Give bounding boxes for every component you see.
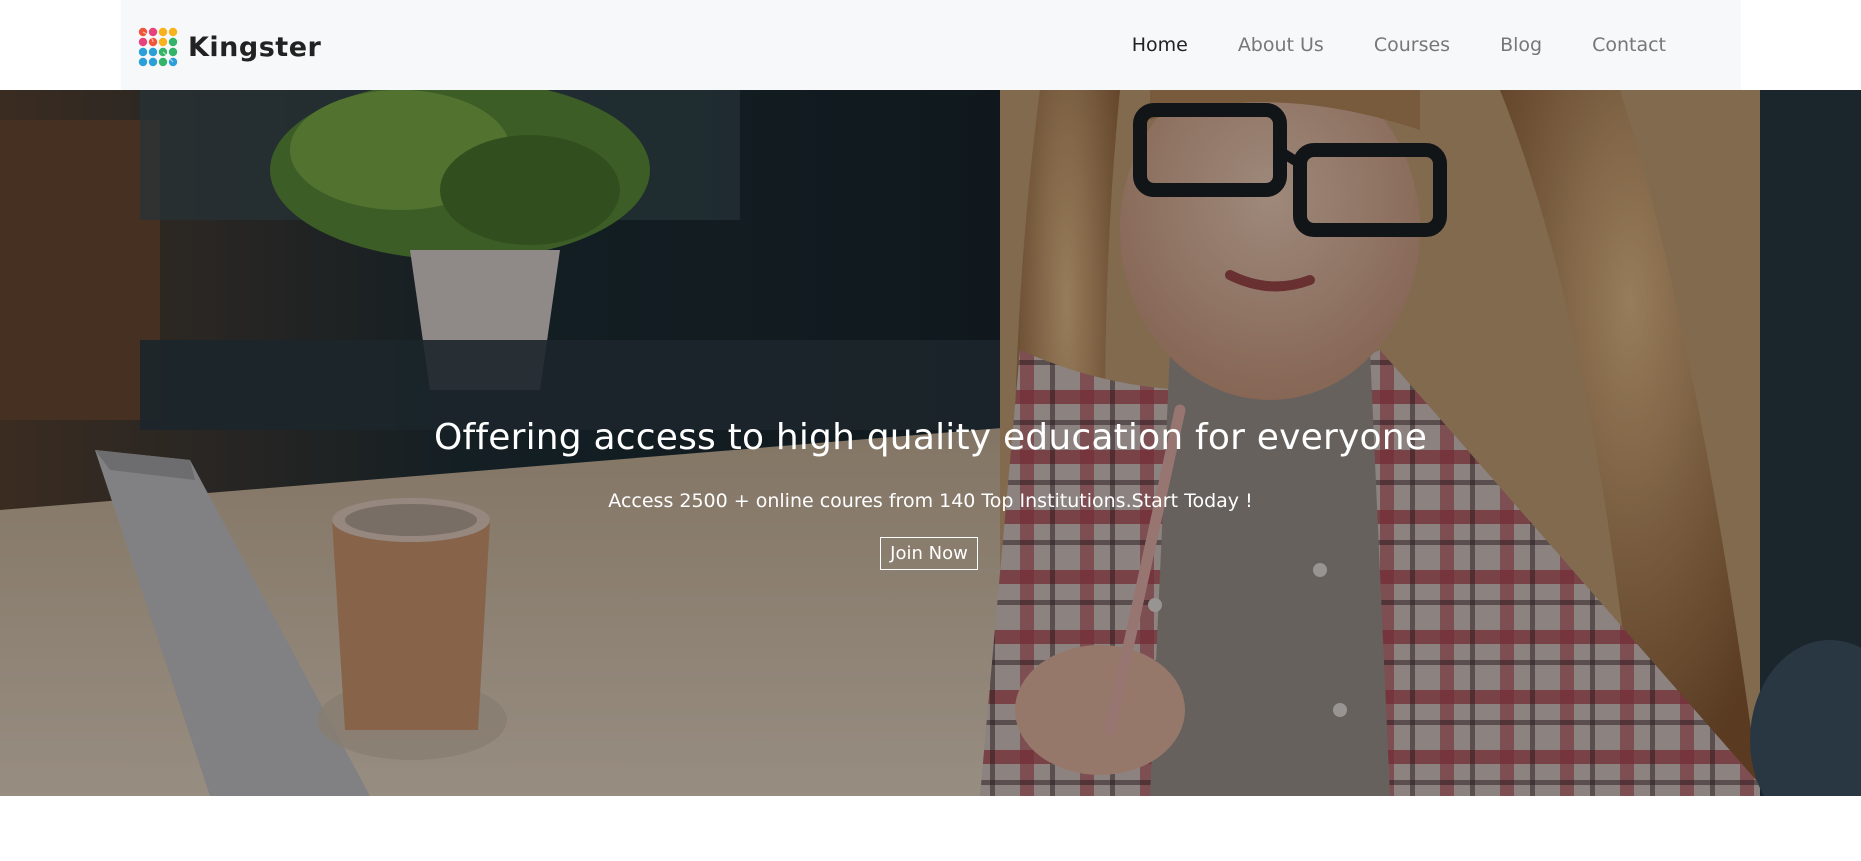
logo[interactable]: Kingster bbox=[136, 25, 321, 69]
hero-content: Offering access to high quality educatio… bbox=[0, 90, 1861, 796]
kingster-logo-icon bbox=[138, 27, 178, 67]
nav-courses[interactable]: Courses bbox=[1374, 34, 1450, 56]
brand-name: Kingster bbox=[188, 31, 322, 63]
nav-contact[interactable]: Contact bbox=[1592, 34, 1666, 56]
main-nav: Home About Us Courses Blog Contact bbox=[1082, 0, 1666, 90]
nav-home[interactable]: Home bbox=[1132, 34, 1188, 56]
join-now-button[interactable]: Join Now bbox=[880, 537, 978, 570]
nav-blog[interactable]: Blog bbox=[1500, 34, 1542, 56]
hero-section: Offering access to high quality educatio… bbox=[0, 90, 1861, 796]
navbar: Kingster Home About Us Courses Blog Cont… bbox=[121, 0, 1741, 90]
nav-about-us[interactable]: About Us bbox=[1238, 34, 1324, 56]
hero-subtitle: Access 2500 + online coures from 140 Top… bbox=[608, 490, 1253, 512]
hero-title: Offering access to high quality educatio… bbox=[433, 417, 1428, 458]
